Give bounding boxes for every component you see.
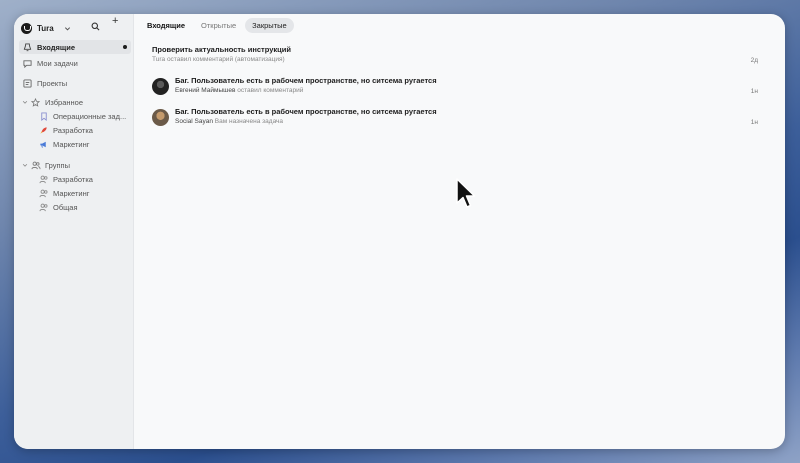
sidebar-item-group-marketing[interactable]: Маркетинг <box>19 186 131 200</box>
sidebar-item-projects[interactable]: Проекты <box>19 76 131 90</box>
notification-item[interactable]: Баг. Пользователь есть в рабочем простра… <box>152 107 785 133</box>
sidebar-item-label: Входящие <box>37 42 76 52</box>
sidebar-item-operational[interactable]: Операционные зад... <box>19 109 131 123</box>
notification-item[interactable]: Баг. Пользователь есть в рабочем простра… <box>152 76 785 102</box>
notification-meta: Social Sayan Вам назначена задача <box>175 118 283 125</box>
sidebar-item-fav-development[interactable]: Разработка <box>19 123 131 137</box>
sidebar-item-label: Маркетинг <box>53 139 90 149</box>
sidebar-item-inbox[interactable]: Входящие <box>19 40 131 54</box>
chevron-down-icon <box>22 161 28 170</box>
notification-item[interactable]: Проверить актуальность инструкций Tura о… <box>152 45 785 71</box>
star-icon <box>30 97 41 107</box>
notification-time: 1н <box>750 119 758 126</box>
mouse-cursor-icon <box>456 178 476 215</box>
users-icon <box>38 175 49 184</box>
notification-actor: Social Sayan <box>175 118 213 125</box>
tab-closed[interactable]: Закрытые <box>245 18 294 33</box>
add-button[interactable]: + <box>112 15 118 27</box>
sidebar-section-label: Избранное <box>45 97 84 107</box>
sidebar-item-label: Общая <box>53 202 78 212</box>
unread-dot <box>123 45 127 49</box>
notification-actor: Tura <box>152 56 166 63</box>
rocket-icon <box>38 126 49 135</box>
projects-icon <box>22 78 33 88</box>
avatar <box>152 109 169 126</box>
notification-actor: Евгений Маймышев <box>175 87 236 94</box>
sidebar-item-fav-marketing[interactable]: Маркетинг <box>19 137 131 151</box>
sidebar-item-label: Разработка <box>53 174 93 184</box>
sidebar-item-label: Мои задачи <box>37 58 78 68</box>
notification-title: Баг. Пользователь есть в рабочем простра… <box>175 107 437 116</box>
sidebar-item-label: Разработка <box>53 125 93 135</box>
search-icon[interactable] <box>91 18 100 36</box>
sidebar-item-label: Маркетинг <box>53 188 90 198</box>
bookmark-icon <box>38 111 49 121</box>
notification-time: 1н <box>750 88 758 95</box>
notification-action: оставил комментарий <box>237 87 304 94</box>
notification-title: Проверить актуальность инструкций <box>152 45 291 54</box>
chat-icon <box>22 59 33 68</box>
tab-inbox[interactable]: Входящие <box>140 18 192 33</box>
users-icon <box>38 203 49 212</box>
main-panel: Входящие Открытые Закрытые Проверить акт… <box>134 14 785 449</box>
users-icon <box>38 189 49 198</box>
tab-open[interactable]: Открытые <box>194 18 243 33</box>
tab-bar: Входящие Открытые Закрытые <box>140 18 294 33</box>
notification-title: Баг. Пользователь есть в рабочем простра… <box>175 76 437 85</box>
sidebar-section-label: Группы <box>45 160 70 170</box>
chevron-down-icon <box>22 98 28 107</box>
sidebar-item-label: Операционные зад... <box>53 111 127 121</box>
notification-meta: Tura оставил комментарий (автоматизация) <box>152 56 285 63</box>
sidebar-item-group-development[interactable]: Разработка <box>19 172 131 186</box>
chevron-down-icon <box>64 19 71 37</box>
avatar <box>152 78 169 95</box>
notification-meta: Евгений Маймышев оставил комментарий <box>175 87 303 94</box>
inbox-icon <box>22 42 33 52</box>
sidebar-section-groups[interactable]: Группы <box>19 158 131 172</box>
notification-action: Вам назначена задача <box>214 118 284 125</box>
sidebar-item-my-tasks[interactable]: Мои задачи <box>19 56 131 70</box>
workspace-name: Tura <box>37 23 54 33</box>
notification-time: 2д <box>750 57 758 64</box>
users-icon <box>30 161 41 170</box>
sidebar-item-group-general[interactable]: Общая <box>19 200 131 214</box>
sidebar: Tura + Входящие Мои задачи Проекты Избра… <box>14 14 134 449</box>
app-window: Tura + Входящие Мои задачи Проекты Избра… <box>14 14 785 449</box>
sidebar-section-favorites[interactable]: Избранное <box>19 95 131 109</box>
megaphone-icon <box>38 140 49 149</box>
notification-action: оставил комментарий (автоматизация) <box>166 56 285 63</box>
workspace-logo-icon <box>21 22 32 34</box>
sidebar-item-label: Проекты <box>37 78 68 88</box>
